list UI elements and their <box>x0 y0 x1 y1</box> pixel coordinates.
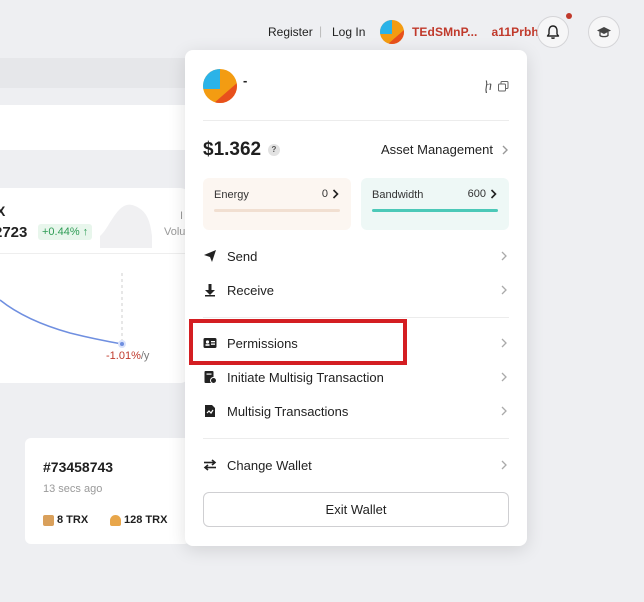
block-time: 13 secs ago <box>43 483 103 495</box>
divider <box>203 120 509 121</box>
price-change-badge: +0.44% ↑ <box>38 224 93 240</box>
chevron-right-icon <box>501 285 507 295</box>
menu-item-label: Multisig Transactions <box>227 403 349 419</box>
menu-item-label: Change Wallet <box>227 457 312 473</box>
rate-unit: /y <box>140 350 150 362</box>
bandwidth-value: 600 <box>467 188 486 200</box>
menu-item-initiate-multisig[interactable]: Initiate Multisig Transaction <box>203 364 509 390</box>
block-stat-reward: 128 TRX <box>110 514 167 526</box>
menu-item-label: Receive <box>227 282 274 298</box>
menu-item-multisig-transactions[interactable]: Multisig Transactions <box>203 398 509 424</box>
token-symbol: X <box>0 203 6 219</box>
chevron-right-icon <box>501 251 507 261</box>
change-wallet-icon <box>203 458 217 472</box>
permissions-icon <box>203 336 217 350</box>
wallet-dropdown-panel: - ⴙ $1.362 ? Asset Management Energy 0 B… <box>185 50 527 546</box>
notification-button[interactable] <box>537 16 569 48</box>
menu-item-send[interactable]: Send <box>203 243 509 269</box>
menu-item-receive[interactable]: Receive <box>203 277 509 303</box>
energy-card[interactable]: Energy 0 <box>203 178 351 230</box>
bandwidth-progress-bar <box>372 209 498 212</box>
copy-icon[interactable] <box>498 80 509 92</box>
nav-separator: | <box>319 24 323 38</box>
chevron-right-icon <box>501 406 507 416</box>
energy-value-group: 0 <box>322 188 339 200</box>
chevron-right-icon <box>490 189 497 199</box>
block-number[interactable]: #73458743 <box>43 459 113 475</box>
avatar-graphic <box>203 69 237 103</box>
edit-icon[interactable]: ⴙ <box>485 79 492 93</box>
miner-icon <box>110 514 121 526</box>
academy-button[interactable] <box>588 16 620 48</box>
login-link[interactable]: Log In <box>332 25 365 39</box>
divider <box>203 438 509 439</box>
bandwidth-value-group: 600 <box>468 188 497 200</box>
volume-label: Volu <box>164 226 186 238</box>
asset-management-link[interactable]: Asset Management <box>381 142 509 157</box>
energy-label: Energy <box>214 189 249 201</box>
chevron-right-icon <box>332 189 339 199</box>
avatar-graphic <box>380 20 404 44</box>
wallet-address-start: TEdSMnP... <box>412 25 478 39</box>
chevron-right-icon <box>501 372 507 382</box>
bandwidth-label: Bandwidth <box>372 189 424 201</box>
notification-dot <box>566 13 572 19</box>
block-stat-burn-value: 8 TRX <box>57 514 89 526</box>
token-price: 2723 <box>0 224 28 241</box>
menu-item-label: Initiate Multisig Transaction <box>227 369 384 385</box>
account-avatar <box>203 69 237 103</box>
price-sparkline <box>0 204 152 348</box>
menu-item-change-wallet[interactable]: Change Wallet <box>203 452 509 478</box>
balance-value: $1.362 <box>203 139 262 160</box>
wallet-address-button[interactable]: TEdSMnP... a11Prbh <box>380 20 539 44</box>
chevron-right-icon <box>501 460 507 470</box>
wallet-address-end: a11Prbh <box>491 25 539 39</box>
menu-item-label: Send <box>227 248 258 264</box>
divider <box>203 317 509 318</box>
account-tools: ⴙ <box>485 79 509 93</box>
register-link[interactable]: Register <box>268 25 313 39</box>
wallet-avatar <box>380 20 404 44</box>
multisig-icon <box>203 370 217 384</box>
graduation-cap-icon <box>597 27 611 38</box>
background-band <box>0 58 185 88</box>
menu-item-label: Permissions <box>227 335 298 351</box>
block-stat-reward-value: 128 TRX <box>124 514 168 526</box>
energy-progress-bar <box>214 209 340 212</box>
energy-value: 0 <box>321 188 328 200</box>
balance-help-icon[interactable]: ? <box>268 144 280 156</box>
rate-value: -1.01% <box>106 350 141 362</box>
menu-item-permissions[interactable]: Permissions <box>203 330 509 356</box>
exit-wallet-button[interactable]: Exit Wallet <box>203 492 509 527</box>
cube-icon <box>43 514 54 526</box>
block-stat-burn: 8 TRX <box>43 514 88 526</box>
account-name: - <box>243 73 248 88</box>
chevron-right-icon <box>501 338 507 348</box>
transactions-icon <box>203 404 217 418</box>
bell-icon <box>546 25 560 39</box>
receive-icon <box>203 283 217 297</box>
rate-label: -1.01%/y <box>106 350 149 362</box>
asset-management-label: Asset Management <box>380 142 493 157</box>
background-card <box>0 105 190 150</box>
volume-label-top: I <box>180 210 184 222</box>
chevron-right-icon <box>502 145 508 154</box>
bandwidth-card[interactable]: Bandwidth 600 <box>361 178 509 230</box>
send-icon <box>203 249 217 263</box>
